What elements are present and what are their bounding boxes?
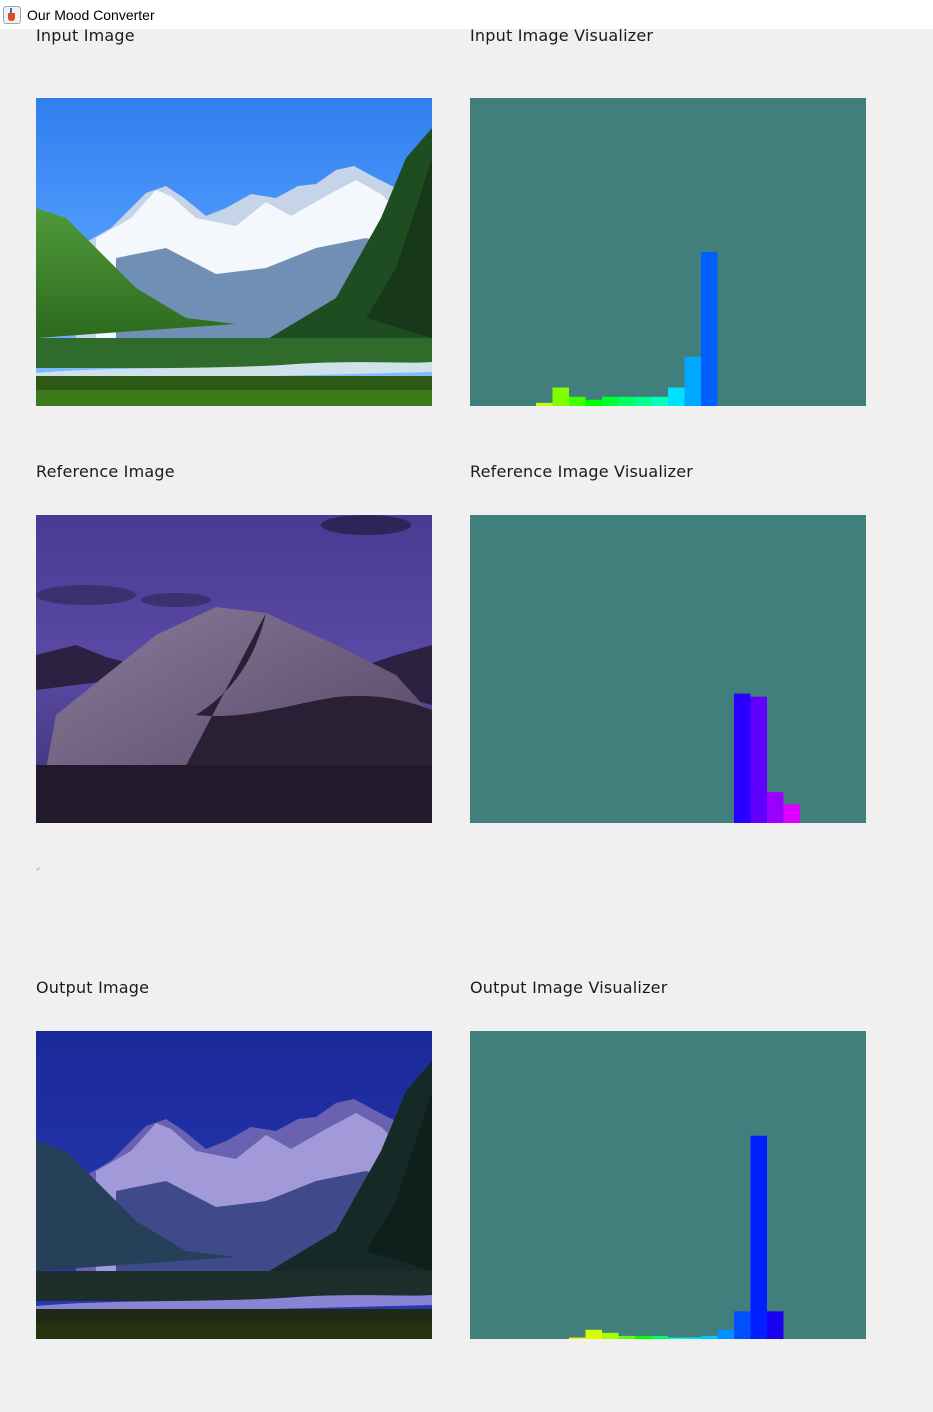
output-histogram-bar-13 [684, 1337, 701, 1339]
input-histogram-bar-11 [651, 396, 668, 406]
input-histogram-bar-10 [635, 396, 652, 406]
reference-histogram-bar-18 [767, 792, 784, 823]
output-histogram-bar-16 [734, 1311, 751, 1339]
output-histogram-bar-18 [767, 1311, 784, 1339]
output-histogram-bar-11 [651, 1335, 668, 1339]
output-histogram-bar-12 [668, 1337, 685, 1339]
input-histogram-bar-13 [684, 356, 701, 406]
stray-mark [35, 867, 41, 871]
input-histogram [470, 98, 866, 406]
input-histogram-bar-8 [602, 396, 619, 406]
output-histogram-bar-17 [750, 1135, 767, 1339]
input-histogram-bar-5 [552, 387, 569, 406]
input-image [36, 98, 432, 406]
reference-image-label: Reference Image [36, 462, 175, 481]
reference-histogram-chart [734, 693, 800, 823]
input-histogram-chart [536, 252, 718, 406]
input-histogram-bar-6 [569, 396, 586, 406]
reference-visualizer-label: Reference Image Visualizer [470, 462, 694, 481]
input-histogram-bar-7 [585, 399, 602, 406]
output-histogram-bar-7 [585, 1329, 602, 1339]
output-histogram-bar-10 [635, 1335, 652, 1339]
input-histogram-bar-14 [701, 252, 718, 406]
output-image-label: Output Image [36, 978, 150, 997]
window-title: Our Mood Converter [27, 6, 155, 23]
java-coffee-icon[interactable] [3, 5, 21, 24]
window-titlebar: Our Mood Converter [0, 0, 933, 29]
output-image [36, 1031, 432, 1339]
output-histogram-bar-8 [602, 1332, 619, 1339]
input-image-label: Input Image [36, 26, 135, 45]
output-histogram-bar-14 [701, 1335, 718, 1339]
reference-histogram-bar-19 [783, 804, 800, 823]
input-histogram-bar-12 [668, 387, 685, 406]
output-histogram [470, 1031, 866, 1339]
reference-histogram-bar-17 [750, 696, 767, 823]
input-visualizer-label: Input Image Visualizer [470, 26, 654, 45]
output-histogram-bar-6 [569, 1337, 586, 1339]
reference-image [36, 515, 432, 823]
output-visualizer-label: Output Image Visualizer [470, 978, 668, 997]
reference-histogram [470, 515, 866, 823]
output-histogram-bar-9 [618, 1335, 635, 1339]
input-histogram-bar-4 [536, 402, 553, 406]
output-histogram-bar-15 [717, 1329, 734, 1339]
reference-histogram-bar-16 [734, 693, 751, 823]
output-histogram-chart [569, 1135, 784, 1339]
input-histogram-bar-9 [618, 396, 635, 406]
